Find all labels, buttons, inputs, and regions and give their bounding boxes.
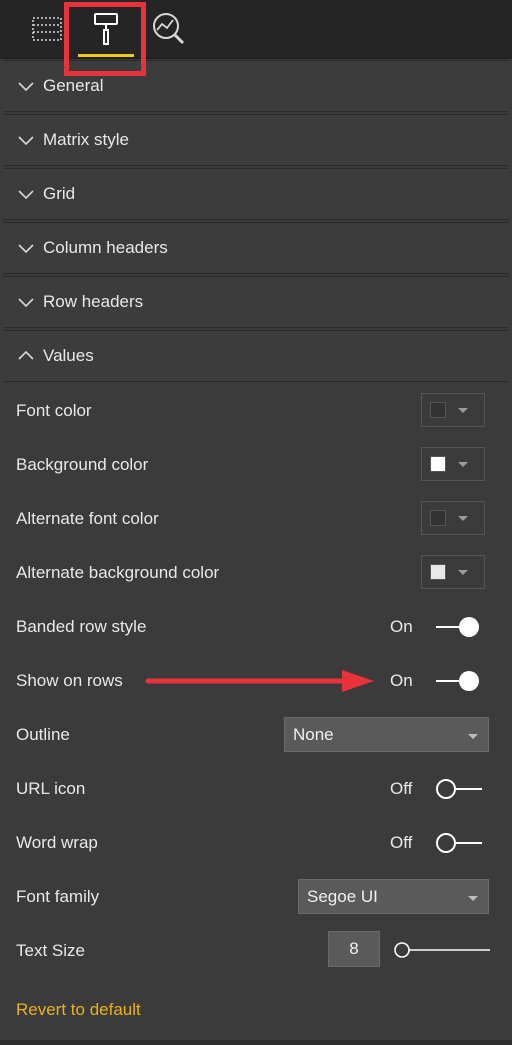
alternate-background-color-picker[interactable] bbox=[421, 555, 485, 589]
show-on-rows-label: Show on rows bbox=[16, 671, 123, 690]
toggle-state-label: Off bbox=[390, 833, 413, 852]
section-grid[interactable]: Grid bbox=[3, 168, 509, 220]
banded-row-style-toggle[interactable] bbox=[434, 614, 484, 640]
outline-value: None bbox=[293, 724, 334, 744]
section-label: Column headers bbox=[43, 238, 168, 257]
chevron-up-icon bbox=[18, 350, 34, 360]
section-label: Row headers bbox=[43, 292, 144, 311]
chevron-down-icon bbox=[18, 244, 34, 254]
url-icon-toggle[interactable] bbox=[434, 776, 484, 802]
section-label: Values bbox=[43, 346, 94, 365]
alternate-font-color-picker[interactable] bbox=[421, 501, 485, 535]
panel-bottom-edge bbox=[0, 1040, 512, 1045]
caret-down-icon bbox=[468, 734, 478, 739]
toggle-state-label: On bbox=[390, 671, 413, 690]
chevron-down-icon bbox=[18, 298, 34, 308]
outline-dropdown[interactable]: None bbox=[284, 717, 489, 752]
url-icon-label: URL icon bbox=[16, 779, 86, 798]
text-size-input[interactable]: 8 bbox=[328, 931, 380, 967]
outline-label: Outline bbox=[16, 725, 70, 744]
section-row-headers[interactable]: Row headers bbox=[3, 276, 509, 328]
color-swatch bbox=[430, 564, 446, 580]
section-label: Matrix style bbox=[43, 130, 129, 149]
revert-to-default-link[interactable]: Revert to default bbox=[16, 1000, 141, 1020]
alternate-font-color-label: Alternate font color bbox=[16, 509, 159, 528]
section-matrix-style[interactable]: Matrix style bbox=[3, 114, 509, 166]
font-family-label: Font family bbox=[16, 887, 100, 906]
chevron-down-icon bbox=[18, 82, 34, 92]
banded-row-style-label: Banded row style bbox=[16, 617, 147, 636]
show-on-rows-toggle[interactable] bbox=[434, 668, 484, 694]
chevron-down-icon bbox=[18, 190, 34, 200]
text-size-label: Text Size bbox=[16, 941, 85, 960]
section-values[interactable]: Values bbox=[3, 330, 509, 382]
font-color-label: Font color bbox=[16, 401, 92, 420]
toggle-state-label: On bbox=[390, 617, 413, 636]
highlight-box bbox=[64, 2, 146, 76]
red-annotation-arrow bbox=[145, 670, 374, 692]
caret-down-icon bbox=[468, 896, 478, 901]
color-swatch bbox=[430, 456, 446, 472]
section-label: Grid bbox=[43, 184, 76, 203]
text-size-slider[interactable] bbox=[392, 938, 492, 962]
background-color-label: Background color bbox=[16, 455, 149, 474]
section-column-headers[interactable]: Column headers bbox=[3, 222, 509, 274]
caret-down-icon bbox=[458, 462, 468, 467]
word-wrap-toggle[interactable] bbox=[434, 830, 484, 856]
fields-icon[interactable] bbox=[28, 8, 68, 48]
background-color-picker[interactable] bbox=[421, 447, 485, 481]
caret-down-icon bbox=[458, 570, 468, 575]
text-size-value: 8 bbox=[349, 939, 359, 958]
font-color-picker[interactable] bbox=[421, 393, 485, 427]
word-wrap-label: Word wrap bbox=[16, 833, 98, 852]
analytics-icon[interactable] bbox=[148, 8, 188, 48]
section-label: General bbox=[43, 76, 104, 95]
font-family-value: Segoe UI bbox=[307, 886, 378, 906]
color-swatch bbox=[430, 402, 446, 418]
alternate-background-color-label: Alternate background color bbox=[16, 563, 220, 582]
toggle-state-label: Off bbox=[390, 779, 413, 798]
caret-down-icon bbox=[458, 408, 468, 413]
caret-down-icon bbox=[458, 516, 468, 521]
color-swatch bbox=[430, 510, 446, 526]
font-family-dropdown[interactable]: Segoe UI bbox=[298, 879, 489, 914]
chevron-down-icon bbox=[18, 136, 34, 146]
